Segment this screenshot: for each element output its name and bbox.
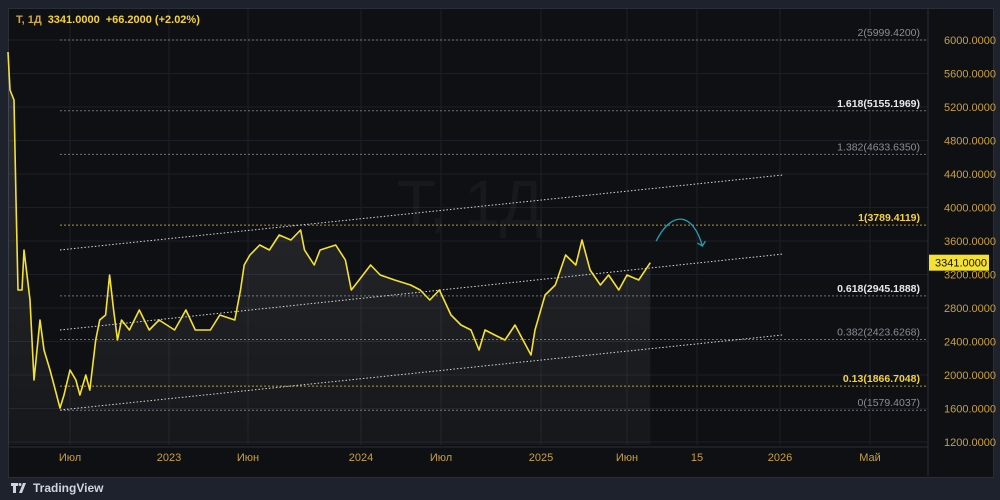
x-tick-label: 2025 — [529, 452, 553, 464]
y-tick-label: 1600.0000 — [944, 404, 996, 416]
y-tick-label: 6000.0000 — [944, 35, 996, 47]
y-tick-label: 2400.0000 — [944, 337, 996, 349]
brand-name: TradingView — [33, 481, 104, 495]
last-price-label: 3341.0000 — [935, 258, 987, 270]
fib-level-label: 0(1579.4037) — [858, 397, 920, 409]
x-tick-label: Июл — [59, 452, 81, 464]
y-tick-label: 4400.0000 — [944, 169, 996, 181]
symbol-legend: Т, 1Д 3341.0000 +66.2000 (+2.02%) — [16, 14, 206, 26]
symbol-interval[interactable]: Т, 1Д — [16, 14, 42, 26]
x-tick-label: 2026 — [768, 452, 792, 464]
y-tick-label: 3200.0000 — [944, 270, 996, 282]
watermark: Т, 1Д — [397, 167, 544, 239]
price-chart[interactable]: 1200.0000 1600.0000 2000.0000 2400.0000 2800… — [0, 0, 1000, 500]
y-tick-label: 4800.0000 — [944, 136, 996, 148]
x-tick-label: 2024 — [349, 452, 373, 464]
y-tick-label: 2800.0000 — [944, 303, 996, 315]
x-tick-label: 2023 — [157, 452, 181, 464]
x-tick-label: Июл — [430, 452, 452, 464]
fib-level-label: 1.618(5155.1969) — [837, 98, 920, 110]
fib-level-label: 1.382(4633.6350) — [837, 141, 920, 153]
footer-brand[interactable]: TradingView — [10, 481, 103, 495]
y-tick-label: 4000.0000 — [944, 203, 996, 215]
x-tick-label: Май — [859, 452, 881, 464]
y-tick-label: 1200.0000 — [944, 437, 996, 449]
y-tick-label: 3600.0000 — [944, 236, 996, 248]
fib-level-label: 0.13(1866.7048) — [843, 373, 920, 385]
fib-level-label: 0.618(2945.1888) — [837, 283, 920, 295]
x-tick-label: 15 — [691, 452, 703, 464]
legend-price: 3341.0000 — [47, 14, 100, 26]
y-tick-label: 5600.0000 — [944, 69, 996, 81]
y-tick-label: 2000.0000 — [944, 370, 996, 382]
fib-level-label: 2(5999.4200) — [858, 27, 920, 39]
x-tick-label: Июн — [237, 452, 259, 464]
forecast-arrow — [655, 218, 704, 247]
fib-level-label: 0.382(2423.6268) — [837, 327, 920, 339]
y-tick-label: 5200.0000 — [944, 102, 996, 114]
x-tick-label: Июн — [616, 452, 638, 464]
fib-level-label: 1(3789.4119) — [858, 212, 920, 224]
legend-change: +66.2000 (+2.02%) — [105, 14, 200, 26]
tradingview-logo-icon — [11, 483, 26, 493]
